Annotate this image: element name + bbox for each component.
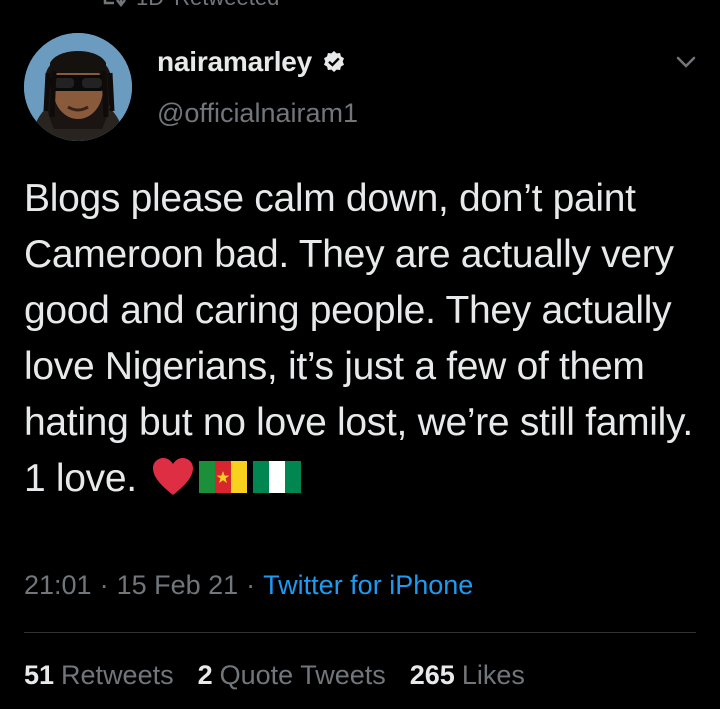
avatar[interactable] [24, 33, 132, 141]
engagement-stats: 51 Retweets 2 Quote Tweets 265 Likes [24, 660, 549, 691]
likes-count: 265 [409, 660, 455, 690]
quote-tweets-label: Quote Tweets [219, 660, 386, 690]
tweet-date[interactable]: 15 Feb 21 [117, 570, 239, 601]
tweet-source-link[interactable]: Twitter for iPhone [263, 570, 473, 601]
retweeted-context: 1D Retweeted [100, 0, 279, 10]
divider [24, 632, 696, 633]
verified-badge-icon [322, 50, 346, 74]
emoji-group [151, 457, 303, 497]
tweet-body: Blogs please calm down, don’t paint Came… [24, 177, 693, 500]
retweets-stat[interactable]: 51 Retweets [24, 660, 174, 691]
meta-separator: · [99, 570, 109, 600]
flag-nigeria-icon [251, 458, 303, 496]
retweeted-label: Retweeted [174, 0, 279, 11]
tweet-time[interactable]: 21:01 [24, 570, 92, 601]
retweeted-count: 1D [136, 0, 164, 11]
tweet-text: Blogs please calm down, don’t paint Came… [24, 171, 694, 507]
display-name[interactable]: nairamarley [157, 46, 312, 78]
likes-label: Likes [461, 660, 525, 690]
tweet-meta: 21:01 · 15 Feb 21 · Twitter for iPhone [24, 570, 473, 601]
flag-cameroon-icon [197, 458, 249, 496]
author-handle[interactable]: @officialnairam1 [157, 98, 358, 129]
chevron-down-icon[interactable] [672, 50, 700, 74]
quote-tweets-count: 2 [197, 660, 213, 690]
author-name-row[interactable]: nairamarley [157, 46, 346, 78]
retweets-label: Retweets [61, 660, 174, 690]
retweets-count: 51 [24, 660, 55, 690]
retweet-icon [100, 0, 126, 8]
quote-tweets-stat[interactable]: 2 Quote Tweets [198, 660, 386, 691]
red-heart-icon [151, 457, 195, 497]
meta-separator: · [246, 570, 256, 600]
likes-stat[interactable]: 265 Likes [410, 660, 525, 691]
